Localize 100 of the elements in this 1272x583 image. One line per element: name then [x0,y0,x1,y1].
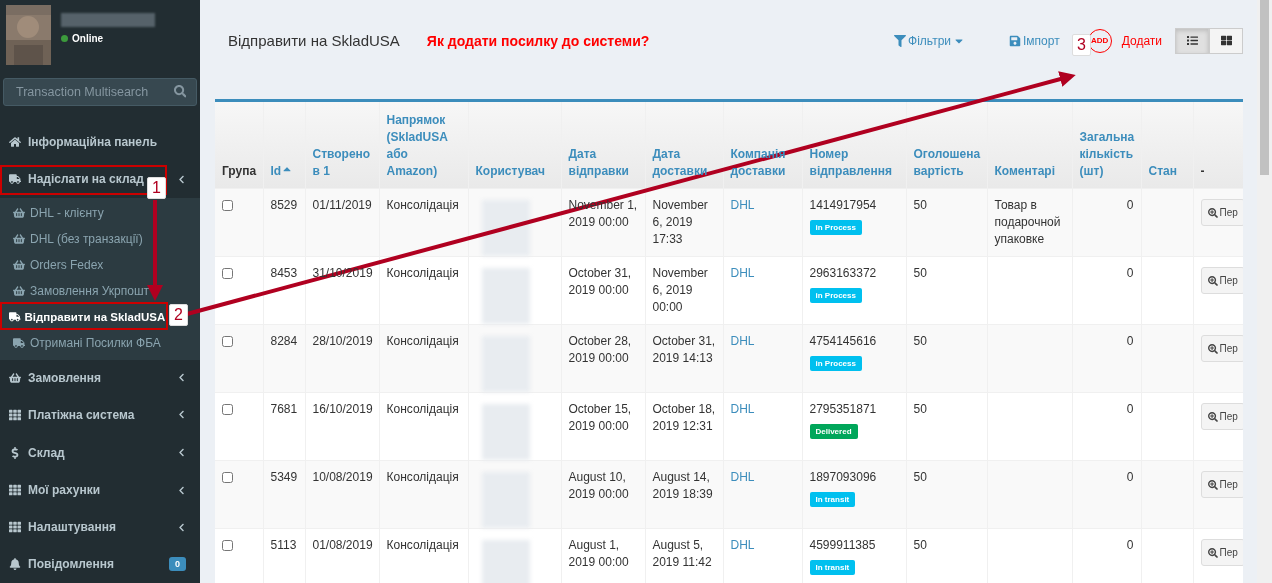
chevron-icon[interactable] [177,485,186,495]
submenu-item[interactable]: Відправити на SkladUSA [9,310,166,323]
table-cell-text: Консолідація [386,197,460,214]
callout-number: 1 [147,177,166,199]
table-cell: 10/08/2019 [312,469,372,486]
submenu-item[interactable]: DHL - клієнту [13,205,104,220]
submenu-item[interactable]: DHL (без транзакції) [13,231,143,246]
view-button[interactable]: Пер [1200,199,1243,226]
floppy-icon [1009,34,1022,47]
grid-icon [1220,35,1232,46]
table-cell-text: October 31, 2019 00:00 [568,265,633,299]
sidebar-item[interactable]: Платіжна система [9,407,135,422]
table-cell-text: 50 [913,333,928,350]
table-cell: October 31, 2019 14:13 [652,333,716,367]
table-cell-text: October 15, 2019 00:00 [568,401,633,435]
view-button[interactable]: Пер [1200,267,1243,294]
table-cell: 8453 [270,265,298,282]
online-status: Online [61,33,155,44]
company-link[interactable]: DHL [730,402,755,416]
zoom-in-icon [1207,547,1218,558]
sidebar-item[interactable]: Налаштування [9,520,116,535]
list-view-button[interactable] [1175,27,1209,54]
add-link[interactable]: Додати [1121,33,1162,48]
sidebar-item[interactable]: Мої рахунки [9,483,101,498]
basket-icon [13,206,25,219]
table-cell-text: 0 [1125,401,1134,418]
truck-icon [9,310,21,323]
row-checkbox[interactable] [222,336,233,347]
search-field[interactable]: Transaction Multisearch [3,77,197,106]
table-cell-text: 50 [913,537,928,554]
basket-icon [13,284,25,297]
bell-icon [9,558,21,571]
truck-icon [13,336,25,349]
search-icon[interactable] [173,85,186,98]
row-checkbox[interactable] [222,200,233,211]
chevron-icon[interactable] [177,522,186,532]
sidebar-item[interactable]: Повідомлення [9,557,114,572]
table-cell-text: 50 [913,469,928,486]
table-cell: 16/10/2019 [312,401,372,418]
scrollbar[interactable] [1257,0,1272,583]
table-cell: 8529 [270,197,298,214]
help-link[interactable]: Як додати посилку до системи? [426,32,650,49]
table-cell: 7681 [270,401,298,418]
table-cell-text: 50 [913,401,928,418]
table-cell-text: 0 [1125,333,1134,350]
home-icon [9,136,21,149]
table-cell-text: 1414917954 [809,197,878,214]
row-checkbox[interactable] [222,472,233,483]
row-checkbox[interactable] [222,540,233,551]
row-checkbox[interactable] [222,404,233,415]
zoom-in-icon [1207,207,1218,218]
sidebar-item[interactable]: Інформаційна панель [9,135,157,150]
row-checkbox[interactable] [222,268,233,279]
table-cell-text: 2795351871 [809,401,878,418]
table-cell-text: 0 [1125,537,1134,554]
submenu-item[interactable]: Orders Fedex [13,257,104,272]
table-cell-text: Консолідація [386,469,460,486]
table-cell-text: Консолідація [386,401,460,418]
import-link[interactable]: Імпорт [1009,33,1060,48]
table-cell: 01/11/2019 [312,197,372,214]
view-button[interactable]: Пер [1200,471,1243,498]
table-cell: 28/10/2019 [312,333,372,350]
zoom-in-icon [1207,343,1218,354]
filters-dropdown[interactable]: Фільтри [894,33,966,48]
table-cell-text: August 10, 2019 00:00 [568,469,630,503]
company-link[interactable]: DHL [730,538,755,552]
status-label: in Process [809,288,862,303]
table-cell-text: August 14, 2019 18:39 [652,469,714,503]
table-cell-text: November 6, 2019 17:33 [652,197,709,248]
status-label: in Process [809,220,862,235]
company-link[interactable]: DHL [730,334,755,348]
company-link[interactable]: DHL [730,198,755,212]
chevron-icon[interactable] [177,410,186,420]
view-button[interactable]: Пер [1200,335,1243,362]
view-button[interactable]: Пер [1200,403,1243,430]
submenu-item[interactable]: Отримані Посилки ФБА [13,335,161,350]
chevron-icon[interactable] [177,373,186,383]
truck-icon [9,173,21,186]
callout-number: 2 [169,304,188,326]
company-link[interactable]: DHL [730,266,755,280]
status-label: Delivered [809,424,858,439]
sidebar-item[interactable]: Замовлення [9,370,102,385]
table-cell-text: October 28, 2019 00:00 [568,333,633,367]
chevron-icon[interactable] [177,174,186,184]
sidebar-item[interactable]: Надіслати на склад [9,172,144,187]
table-cell-text: 50 [913,197,928,214]
grid-view-button[interactable] [1209,27,1243,54]
table-cell-text: 2963163372 [809,265,878,282]
submenu-item[interactable]: Замовлення Укрпошт [13,283,149,298]
basket-icon [13,232,25,245]
grid-icon [9,484,21,497]
table-cell-text: August 5, 2019 11:42 [652,537,713,571]
zoom-in-icon [1207,479,1218,490]
dollar-icon [9,446,21,459]
table-cell: 5349 [270,469,298,486]
chevron-icon[interactable] [177,448,186,457]
sidebar-item[interactable]: Склад [9,445,65,460]
page-title: Відправити на SkladUSA [228,32,400,49]
company-link[interactable]: DHL [730,470,755,484]
view-button[interactable]: Пер [1200,539,1243,566]
